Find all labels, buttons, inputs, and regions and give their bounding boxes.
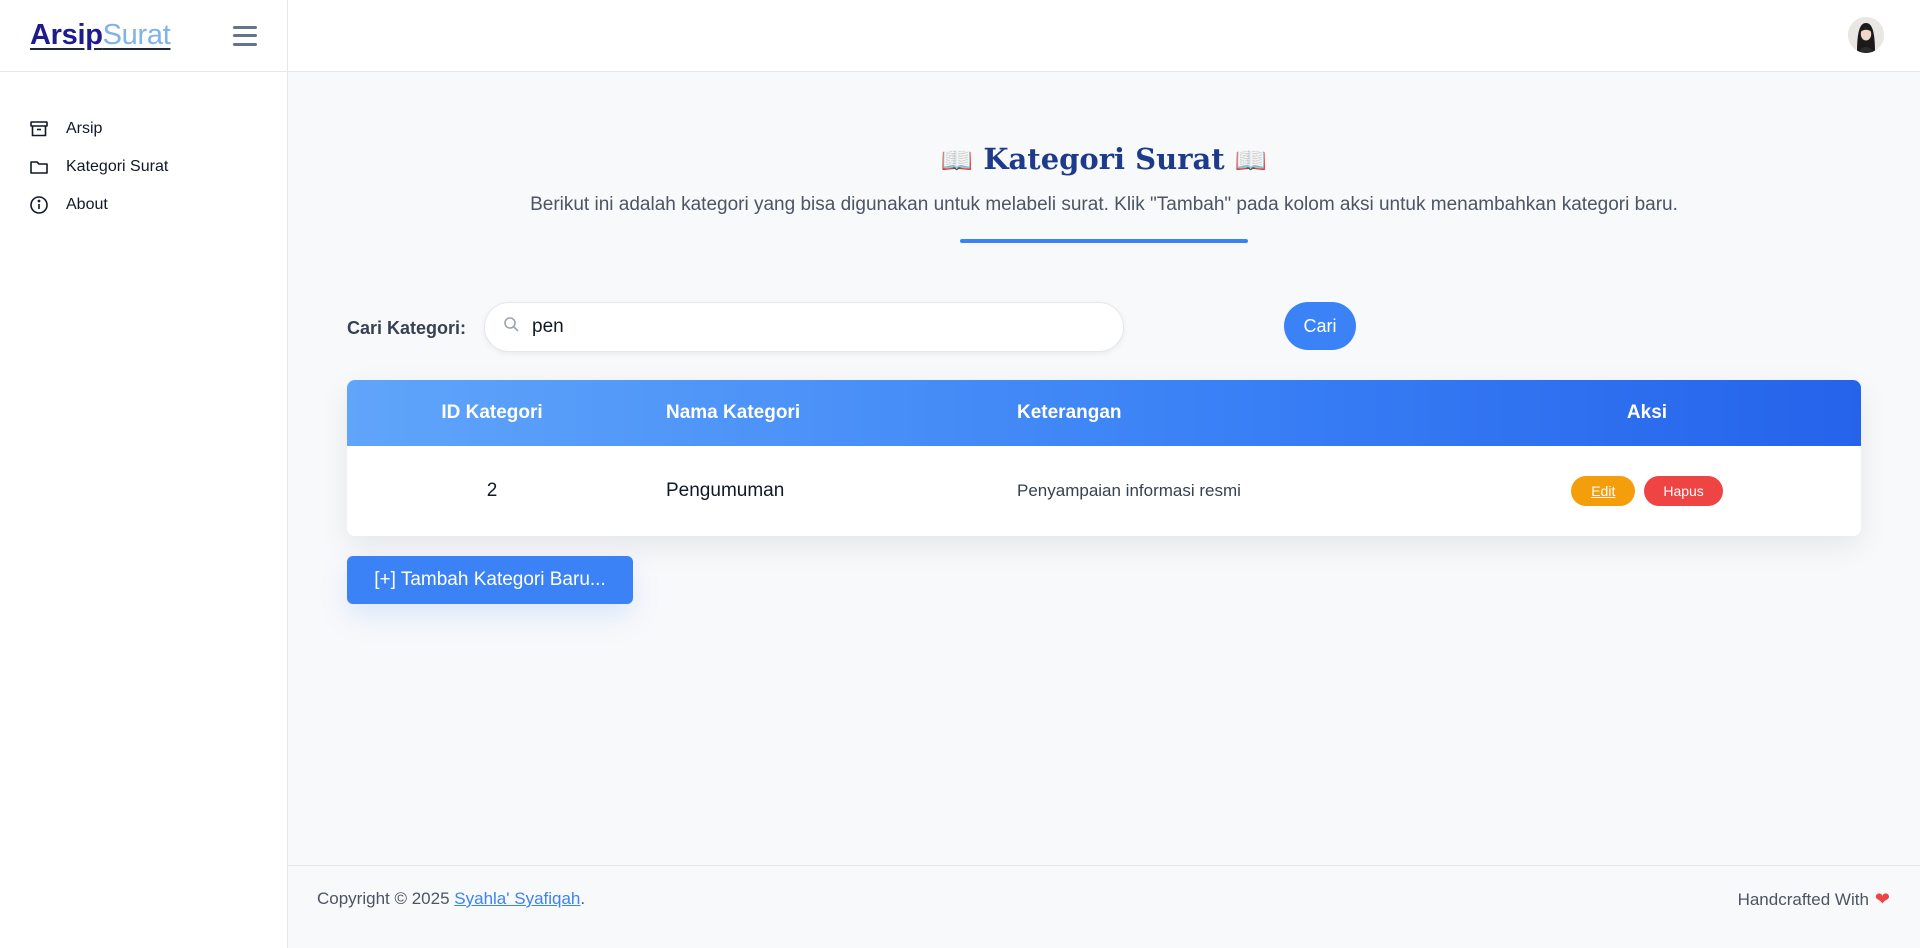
sidebar: ArsipSurat Arsip Kategori Surat About bbox=[0, 0, 288, 948]
page-title-text: Kategori Surat bbox=[983, 142, 1225, 176]
delete-button[interactable]: Hapus bbox=[1644, 476, 1723, 506]
page-subtitle: Berikut ini adalah kategori yang bisa di… bbox=[530, 194, 1678, 215]
column-header-keterangan: Keterangan bbox=[1017, 402, 1122, 423]
book-icon: 📖 bbox=[940, 146, 974, 176]
folder-icon bbox=[29, 157, 49, 177]
book-icon: 📖 bbox=[1234, 146, 1268, 176]
column-header-nama: Nama Kategori bbox=[666, 402, 801, 423]
search-button[interactable]: Cari bbox=[1284, 302, 1356, 350]
brand-part-arsip: Arsip bbox=[30, 19, 103, 51]
search-box[interactable] bbox=[484, 302, 1124, 352]
search-icon bbox=[503, 316, 520, 338]
footer-copyright: Copyright © 2025 Syahla' Syafiqah. bbox=[317, 889, 585, 909]
sidebar-item-arsip[interactable]: Arsip bbox=[0, 110, 287, 148]
column-header-id: ID Kategori bbox=[441, 402, 543, 423]
edit-button[interactable]: Edit bbox=[1571, 476, 1636, 506]
cell-keterangan: Penyampaian informasi resmi bbox=[1017, 481, 1241, 500]
cell-aksi: Edit Hapus bbox=[1562, 446, 1732, 536]
avatar[interactable] bbox=[1848, 17, 1884, 53]
brand-logo[interactable]: ArsipSurat bbox=[30, 19, 171, 52]
sidebar-item-label: Arsip bbox=[66, 120, 103, 137]
handcrafted-text: Handcrafted With bbox=[1737, 889, 1869, 909]
search-label: Cari Kategori: bbox=[347, 318, 467, 338]
menu-toggle-icon[interactable] bbox=[233, 25, 257, 46]
author-link[interactable]: Syahla' Syafiqah bbox=[454, 889, 580, 908]
footer: Copyright © 2025 Syahla' Syafiqah. Handc… bbox=[288, 865, 1920, 948]
add-category-button[interactable]: [+] Tambah Kategori Baru... bbox=[347, 556, 633, 604]
table-row: 2 Pengumuman Penyampaian informasi resmi… bbox=[347, 446, 1861, 536]
copyright-text: Copyright © 2025 bbox=[317, 889, 455, 908]
archive-icon bbox=[29, 119, 49, 139]
info-icon bbox=[29, 195, 49, 215]
title-divider bbox=[960, 239, 1248, 243]
heart-icon: ❤ bbox=[1874, 889, 1890, 909]
copyright-period: . bbox=[580, 889, 586, 908]
user-avatar-icon bbox=[1848, 17, 1884, 53]
sidebar-nav: Arsip Kategori Surat About bbox=[0, 72, 287, 224]
cell-id: 2 bbox=[486, 480, 498, 501]
kategori-table: ID Kategori Nama Kategori Keterangan Aks… bbox=[347, 380, 1861, 536]
main-content: 📖 Kategori Surat 📖 Berikut ini adalah ka… bbox=[288, 72, 1920, 865]
cell-nama: Pengumuman bbox=[666, 480, 785, 501]
sidebar-item-label: About bbox=[66, 196, 108, 213]
footer-handcrafted: Handcrafted With ❤ bbox=[1738, 889, 1890, 910]
sidebar-item-about[interactable]: About bbox=[0, 186, 287, 224]
brand-bar: ArsipSurat bbox=[0, 0, 287, 72]
sidebar-item-kategori-surat[interactable]: Kategori Surat bbox=[0, 148, 287, 186]
page-title: 📖 Kategori Surat 📖 bbox=[288, 142, 1920, 176]
table-header: ID Kategori Nama Kategori Keterangan Aks… bbox=[347, 380, 1861, 446]
sidebar-item-label: Kategori Surat bbox=[66, 158, 169, 175]
topbar bbox=[288, 0, 1920, 72]
column-header-aksi: Aksi bbox=[1626, 402, 1668, 423]
brand-part-surat: Surat bbox=[102, 19, 171, 51]
search-input[interactable] bbox=[532, 316, 1092, 338]
